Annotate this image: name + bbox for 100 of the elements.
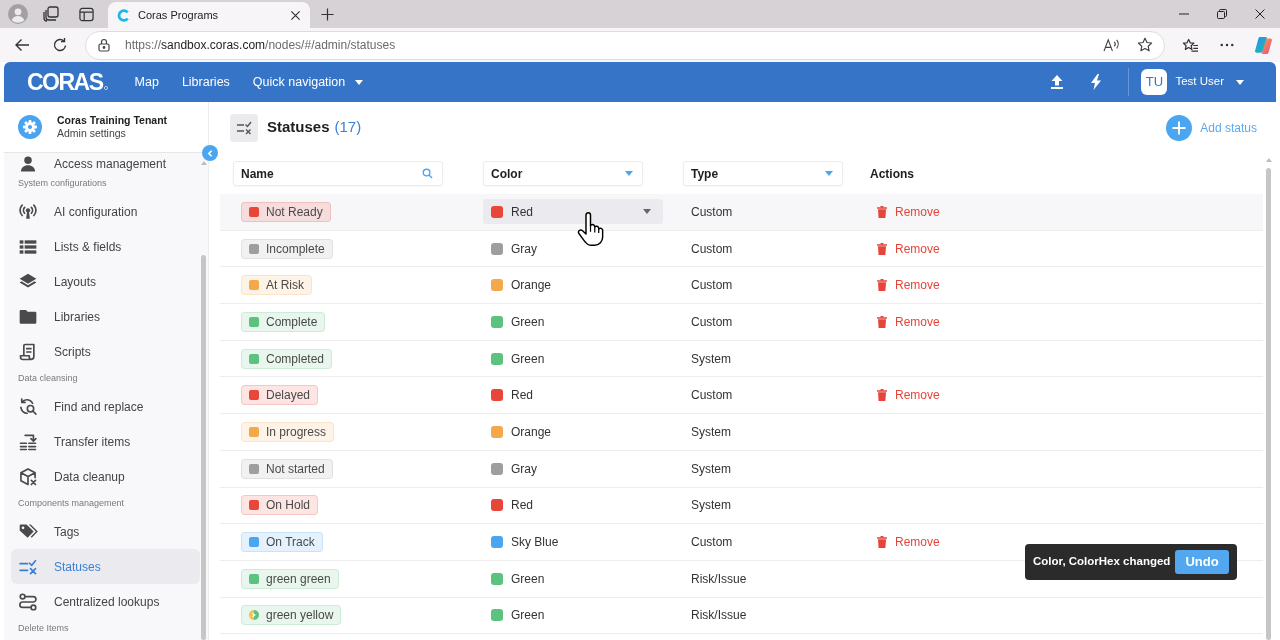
quick-navigation-dropdown[interactable]: Quick navigation: [252, 72, 364, 92]
color-name: Red: [511, 497, 533, 515]
lock-icon[interactable]: [98, 38, 110, 52]
search-icon: [422, 168, 433, 179]
status-name: Not started: [266, 460, 325, 478]
back-icon[interactable]: [14, 37, 30, 53]
type-cell-text: System: [690, 497, 732, 515]
sidebar-item[interactable]: Data cleanup: [11, 459, 200, 494]
type-cell-text: Custom: [690, 240, 734, 258]
lightning-icon[interactable]: [1090, 74, 1103, 90]
broadcast-icon: [18, 201, 38, 222]
scrollbar-thumb[interactable]: [1266, 168, 1271, 640]
sidebar-item[interactable]: AI configuration: [11, 194, 200, 229]
more-icon[interactable]: [1220, 43, 1234, 47]
browser-tab[interactable]: Coras Programs: [108, 2, 310, 28]
chevron-left-icon: [205, 148, 215, 158]
scrollbar-thumb[interactable]: [201, 255, 206, 640]
sidebar-item[interactable]: Find and replace: [11, 389, 200, 424]
nav-link[interactable]: Map: [134, 72, 159, 92]
logo[interactable]: CORAS: [27, 70, 103, 94]
caret-icon: [825, 171, 833, 176]
color-name: Gray: [511, 460, 537, 478]
sidebar-item[interactable]: Centralized lookups: [11, 584, 200, 619]
refresh-icon[interactable]: [52, 37, 68, 53]
url-text: https://sandbox.coras.com/nodes/#/admin/statuses: [125, 37, 397, 54]
remove-button[interactable]: Remove: [877, 276, 940, 295]
color-name: Green: [511, 570, 545, 588]
close-tab-icon[interactable]: [290, 9, 301, 21]
sidebar-item[interactable]: Layouts: [11, 264, 200, 299]
color-name: Sky Blue: [511, 534, 559, 552]
split-color-dot-icon: [249, 610, 259, 621]
page-title: Statuses: [267, 117, 330, 138]
status-count: (17): [334, 117, 362, 138]
sidebar-item[interactable]: Lists & fields: [11, 229, 200, 264]
type-cell-text: Custom: [690, 387, 734, 405]
nav-link[interactable]: Libraries: [181, 72, 230, 92]
caret-icon: [643, 209, 651, 215]
address-bar[interactable]: https://sandbox.coras.com/nodes/#/admin/statuses: [85, 30, 1165, 60]
type-cell-text: Custom: [690, 313, 734, 331]
admin-settings-label: Admin settings: [57, 127, 127, 140]
sidebar-item[interactable]: Tags: [11, 514, 200, 549]
scroll-icon: [18, 341, 38, 362]
select-menu[interactable]: Red: [483, 199, 663, 225]
remove-button[interactable]: Remove: [877, 533, 940, 552]
sidebar-item[interactable]: Access management: [11, 153, 200, 174]
color-name: Orange: [511, 277, 552, 295]
sidebar-item[interactable]: Transfer items: [11, 424, 200, 459]
remove-button[interactable]: Remove: [877, 239, 940, 258]
remove-button[interactable]: Remove: [877, 202, 940, 221]
upload-icon[interactable]: [1050, 74, 1065, 90]
sidebar-item[interactable]: Libraries: [11, 299, 200, 334]
remove-button[interactable]: Remove: [877, 386, 940, 405]
route-icon: [18, 591, 38, 612]
list-check-icon: [230, 113, 258, 142]
caret-icon: [1236, 79, 1244, 85]
find-replace-icon: [18, 396, 38, 417]
color-name: Gray: [511, 240, 537, 258]
remove-button[interactable]: Remove: [877, 312, 940, 331]
user-avatar[interactable]: TU: [1141, 69, 1168, 95]
caret-icon: [355, 79, 364, 85]
trash-icon: [877, 389, 887, 402]
star-icon[interactable]: [1137, 37, 1153, 53]
status-name: On Track: [266, 534, 315, 552]
status-name: Delayed: [266, 387, 311, 405]
type-cell-text: Custom: [690, 534, 734, 552]
plus-icon: [1166, 114, 1193, 141]
settings-icon: [18, 115, 42, 139]
type-cell-text: Custom: [690, 203, 734, 221]
type-cell-text: System: [690, 460, 732, 478]
section-heading: Components management: [17, 497, 126, 511]
caret-icon: [625, 171, 633, 176]
restore-icon[interactable]: [1217, 9, 1227, 19]
type-cell-text: Risk/Issue: [690, 570, 748, 588]
column-filter-dropdown[interactable]: Type: [683, 161, 843, 186]
sidebar-item[interactable]: Scripts: [11, 334, 200, 369]
type-cell-text: System: [690, 423, 732, 441]
favorites-icon[interactable]: [1182, 37, 1199, 53]
trash-icon: [877, 315, 887, 328]
read-aloud-icon[interactable]: [1103, 37, 1120, 53]
workspaces-icon[interactable]: [43, 6, 59, 22]
close-icon[interactable]: [1255, 9, 1265, 19]
search-filter-field[interactable]: Name: [233, 161, 443, 186]
type-cell-text: Risk/Issue: [690, 607, 748, 625]
tab-actions-icon[interactable]: [79, 6, 94, 22]
type-cell-text: Custom: [690, 277, 734, 295]
section-heading: System configurations: [17, 177, 108, 191]
new-tab-icon[interactable]: [321, 7, 334, 21]
color-name: Orange: [511, 423, 552, 441]
registered-mark-icon: [103, 86, 108, 90]
column-filter-dropdown[interactable]: Color: [483, 161, 643, 186]
section-heading: Data cleansing: [17, 372, 79, 386]
copilot-icon[interactable]: [1254, 35, 1273, 55]
color-name: Green: [511, 607, 545, 625]
trash-icon: [877, 205, 887, 218]
status-name: At Risk: [266, 277, 304, 295]
status-name: Not Ready: [266, 203, 323, 221]
c-logo-icon: [117, 8, 130, 22]
trash-icon: [877, 279, 887, 292]
color-name: Green: [511, 350, 545, 368]
user-menu-button[interactable]: Test User: [1175, 73, 1244, 91]
